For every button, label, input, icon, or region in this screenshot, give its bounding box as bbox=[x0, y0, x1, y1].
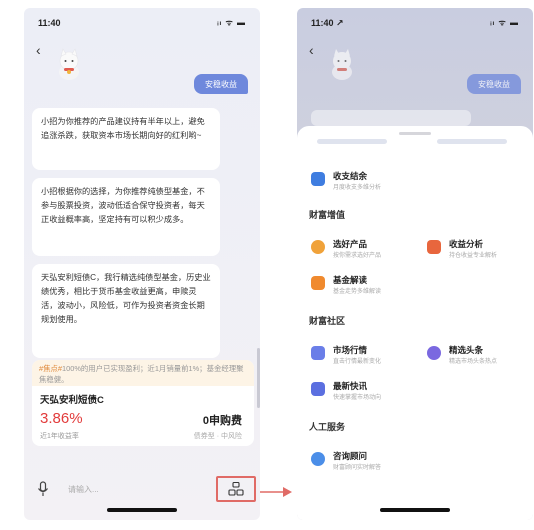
service-title: 收益分析 bbox=[449, 239, 484, 249]
service-income-expense[interactable]: 收支结余 月度收支多维分析 bbox=[311, 168, 421, 194]
chat-input-bar: 请输入... bbox=[24, 472, 260, 506]
service-latest-news[interactable]: 最新快讯 快速掌握市场动向 bbox=[311, 378, 421, 404]
arrow-right-icon bbox=[260, 487, 292, 497]
fund-product-card[interactable]: #焦点#100%的用户已实现盈利；近1月销量前1%；基金经理聚焦稳健。 天弘安利… bbox=[32, 360, 254, 446]
service-title: 精选头条 bbox=[449, 345, 484, 355]
microphone-icon[interactable] bbox=[36, 481, 50, 497]
service-subtitle: 财富顾问实时解答 bbox=[333, 465, 382, 471]
screenshot-stage: 11:40 ᵢₗ ᯤ ▬ ‹ 安稳收益 小招为你推荐的产品建议持有半年以上，避免… bbox=[0, 0, 534, 530]
back-button[interactable]: ‹ bbox=[36, 42, 41, 58]
lucky-cat-avatar-icon bbox=[332, 49, 352, 80]
service-title: 市场行情 bbox=[333, 345, 368, 355]
headline-icon bbox=[427, 346, 441, 360]
service-consultant[interactable]: 咨询顾问 财富顾问实时解答 bbox=[311, 448, 421, 474]
service-title: 最新快讯 bbox=[333, 381, 368, 391]
partially-hidden-row bbox=[309, 136, 521, 148]
coin-icon bbox=[311, 240, 325, 254]
service-fund-interpretation[interactable]: 基金解读 基金走势多维解读 bbox=[311, 272, 421, 298]
chart-icon bbox=[311, 346, 325, 360]
service-subtitle: 精选市场头条热点 bbox=[449, 359, 498, 365]
status-icons: ᵢₗ ᯤ ▬ bbox=[490, 18, 519, 27]
back-button[interactable]: ‹ bbox=[309, 42, 314, 58]
status-time: 11:40 ↗ bbox=[311, 18, 344, 28]
service-title: 收支结余 bbox=[333, 171, 368, 181]
user-message-bubble: 安稳收益 bbox=[467, 74, 521, 94]
service-earnings-analysis[interactable]: 收益分析 持仓收益专业解析 bbox=[427, 236, 533, 262]
fund-yield-label: 近1年收益率 bbox=[40, 433, 79, 440]
section-title-wealth-growth: 财富增值 bbox=[309, 210, 346, 220]
house-icon bbox=[427, 240, 441, 254]
home-indicator bbox=[380, 508, 450, 512]
service-top-headlines[interactable]: 精选头条 精选市场头条热点 bbox=[427, 342, 533, 368]
chat-scrollbar[interactable] bbox=[257, 348, 260, 408]
service-title: 选好产品 bbox=[333, 239, 368, 249]
services-sheet-screen: 11:40 ↗ ᵢₗ ᯤ ▬ ‹ 安稳收益 收支结余 月度收支多维分析 财富增值… bbox=[297, 8, 533, 520]
fund-name: 天弘安利短债C bbox=[40, 395, 104, 406]
status-time: 11:40 bbox=[38, 18, 61, 28]
message-input[interactable]: 请输入... bbox=[68, 484, 99, 495]
document-icon bbox=[311, 276, 325, 290]
section-title-wealth-community: 财富社区 bbox=[309, 316, 346, 326]
chat-screen: 11:40 ᵢₗ ᯤ ▬ ‹ 安稳收益 小招为你推荐的产品建议持有半年以上，避免… bbox=[24, 8, 260, 520]
dimmed-message bbox=[311, 110, 471, 126]
service-subtitle: 直击行情最新变化 bbox=[333, 359, 382, 365]
service-title: 咨询顾问 bbox=[333, 451, 368, 461]
purchase-fee: 0申购费 bbox=[202, 415, 242, 427]
fund-yield: 3.86% bbox=[40, 410, 83, 427]
more-services-button[interactable] bbox=[216, 476, 256, 502]
user-message-bubble: 安稳收益 bbox=[194, 74, 248, 94]
service-title: 基金解读 bbox=[333, 275, 368, 285]
service-pick-products[interactable]: 选好产品 按你需求选好产品 bbox=[311, 236, 421, 262]
services-grid-icon bbox=[228, 482, 244, 496]
status-bar: 11:40 ᵢₗ ᯤ ▬ bbox=[24, 16, 260, 30]
income-expense-icon bbox=[311, 172, 325, 186]
news-icon bbox=[311, 382, 325, 396]
fund-highlight-tip: #焦点#100%的用户已实现盈利；近1月销量前1%；基金经理聚焦稳健。 bbox=[32, 360, 254, 386]
section-title-human-service: 人工服务 bbox=[309, 422, 346, 432]
consultant-icon bbox=[311, 452, 325, 466]
service-market-trends[interactable]: 市场行情 直击行情最新变化 bbox=[311, 342, 421, 368]
service-subtitle: 持仓收益专业解析 bbox=[449, 253, 498, 259]
status-icons: ᵢₗ ᯤ ▬ bbox=[217, 18, 246, 27]
service-subtitle: 按你需求选好产品 bbox=[333, 253, 382, 259]
lucky-cat-avatar-icon bbox=[59, 48, 79, 80]
fund-type-label: 债券型 · 中风险 bbox=[193, 433, 242, 440]
bot-message-bubble: 天弘安利短债C，我行精选纯债型基金，历史业绩优秀，相比于货币基金收益更高，申赎灵… bbox=[32, 264, 220, 358]
bot-message-bubble: 小招根据你的选择，为你推荐纯债型基金，不参与股票投资，波动低适合保守投资者，每天… bbox=[32, 178, 220, 256]
tip-tag: #焦点# bbox=[39, 364, 63, 373]
tip-text: 100%的用户已实现盈利；近1月销量前1%；基金经理聚焦稳健。 bbox=[39, 364, 244, 384]
service-subtitle: 快速掌握市场动向 bbox=[333, 395, 382, 401]
home-indicator bbox=[107, 508, 177, 512]
bot-message-bubble: 小招为你推荐的产品建议持有半年以上，避免追涨杀跌，获取资本市场长期向好的红利哟~ bbox=[32, 108, 220, 170]
service-subtitle: 月度收支多维分析 bbox=[333, 185, 382, 191]
service-subtitle: 基金走势多维解读 bbox=[333, 289, 382, 295]
sheet-drag-handle[interactable] bbox=[399, 132, 431, 135]
status-bar: 11:40 ↗ ᵢₗ ᯤ ▬ bbox=[297, 16, 533, 30]
